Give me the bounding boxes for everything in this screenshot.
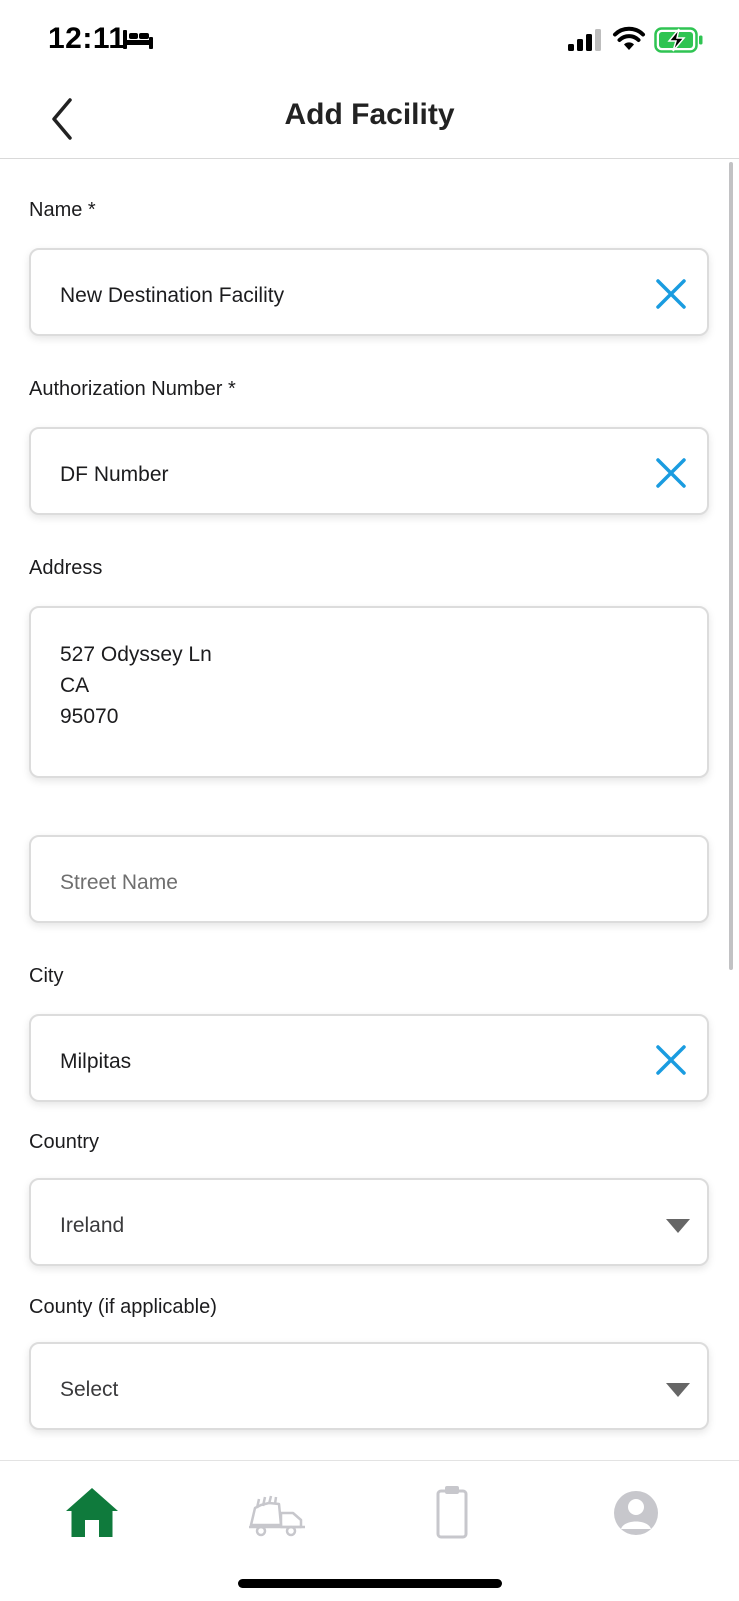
home-icon [66,1488,118,1537]
authorization-label: Authorization Number * [29,378,236,400]
country-select[interactable]: Ireland [29,1178,709,1266]
tab-truck[interactable] [247,1483,307,1543]
name-label: Name * [29,199,96,221]
profile-icon [614,1491,658,1535]
authorization-field[interactable]: DF Number [29,427,709,515]
address-line: 527 Odyssey Ln [60,643,212,666]
address-line: 95070 [60,705,119,728]
scroll-indicator[interactable] [729,162,733,970]
address-field[interactable]: 527 Odyssey Ln CA 95070 [29,606,709,778]
county-label: County (if applicable) [29,1296,217,1318]
address-line: CA [60,674,90,697]
country-label: Country [29,1131,100,1153]
nav-bar: Add Facility [0,82,739,159]
tab-profile[interactable] [606,1483,666,1543]
country-value[interactable]: Ireland [60,1214,124,1238]
name-value[interactable]: New Destination Facility [60,284,284,308]
dropdown-arrow-icon[interactable] [665,1382,691,1398]
clear-city-button[interactable] [653,1042,689,1078]
city-label: City [29,965,64,987]
street-name-placeholder[interactable]: Street Name [60,871,178,895]
status-bar: 12:11 [0,0,739,82]
city-value[interactable]: Milpitas [60,1050,131,1074]
wifi-icon [613,26,645,50]
battery-charging-icon [654,27,703,53]
county-select[interactable]: Select [29,1342,709,1430]
dropdown-arrow-icon[interactable] [665,1218,691,1234]
address-label: Address [29,557,103,579]
city-field[interactable]: Milpitas [29,1014,709,1102]
home-indicator [238,1579,502,1588]
clear-authorization-button[interactable] [653,455,689,491]
tab-clipboard[interactable] [422,1483,482,1543]
page-title: Add Facility [284,98,455,131]
clear-name-button[interactable] [653,276,689,312]
tab-home[interactable] [62,1483,122,1543]
name-field[interactable]: New Destination Facility [29,248,709,336]
address-value[interactable]: 527 Odyssey Ln CA 95070 [60,639,212,732]
truck-icon [249,1495,305,1537]
authorization-value[interactable]: DF Number [60,463,169,487]
county-value[interactable]: Select [60,1378,118,1402]
status-time: 12:11 [48,22,126,55]
signal-icon [568,29,601,51]
clipboard-icon [436,1486,468,1539]
bed-icon [123,30,153,49]
street-name-field[interactable]: Street Name [29,835,709,923]
